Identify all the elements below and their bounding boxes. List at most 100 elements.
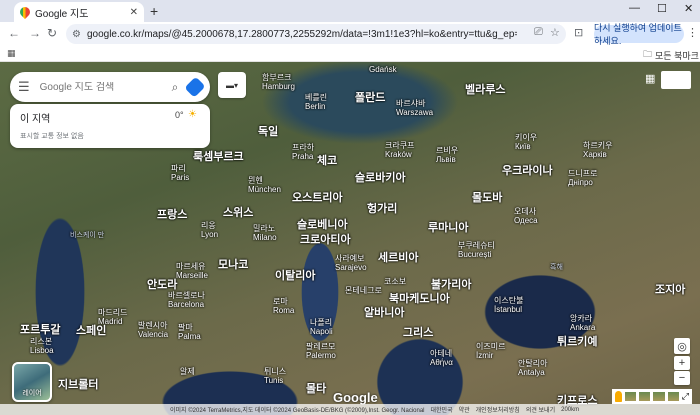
menu-icon[interactable]: ☰ — [18, 79, 30, 95]
tab-close-icon[interactable]: ✕ — [130, 7, 138, 18]
map-label-country[interactable]: 세르비아 — [378, 252, 418, 264]
map-label-country[interactable]: 지브롤터 — [58, 379, 98, 391]
map-label-country[interactable]: 몰타 — [306, 383, 326, 395]
map-label-city[interactable]: Tunis — [264, 376, 283, 386]
map-label-city[interactable]: Харків — [583, 150, 607, 160]
browser-menu-icon[interactable]: ⋮ — [687, 26, 698, 39]
map-label-city[interactable]: Paris — [171, 173, 189, 183]
zoom-out-button[interactable]: − — [674, 371, 690, 385]
map-label-country[interactable]: 안도라 — [147, 279, 177, 291]
address-bar[interactable]: ⚙ google.co.kr/maps/@45.2000678,17.28007… — [66, 24, 566, 44]
map-label-city[interactable]: Milano — [253, 233, 277, 243]
keyboard-toggle-button[interactable]: ▬ ▾ — [218, 72, 246, 98]
url-text[interactable]: google.co.kr/maps/@45.2000678,17.2800773… — [87, 29, 517, 40]
map-label-country[interactable]: 폴란드 — [355, 92, 385, 104]
map-label-country[interactable]: 루마니아 — [428, 222, 468, 234]
map-label-country[interactable]: 헝가리 — [367, 203, 397, 215]
map-label-country[interactable]: 스페인 — [76, 325, 106, 337]
map-label-city[interactable]: Lyon — [201, 230, 218, 240]
photo-thumbnail[interactable] — [624, 392, 637, 401]
map-label-country[interactable]: 포르투갈 — [20, 324, 60, 336]
update-button[interactable]: 다시 실행하여 업데이트하세요. — [594, 23, 684, 46]
map-label-city[interactable]: Palma — [178, 332, 201, 342]
search-icon[interactable]: ⌕ — [172, 80, 179, 95]
map-label-city[interactable]: Gdańsk — [369, 65, 397, 75]
map-label-country[interactable]: 크로아티아 — [300, 234, 351, 246]
feedback-link[interactable]: 의견 보내기 — [526, 405, 555, 414]
pegman-icon[interactable] — [615, 391, 622, 402]
map-label-country[interactable]: 조지아 — [655, 284, 685, 296]
zoom-in-button[interactable]: + — [674, 356, 690, 370]
back-icon[interactable]: ← — [8, 26, 20, 40]
map-label-country[interactable]: 체코 — [317, 155, 337, 167]
map-label-country[interactable]: 이탈리아 — [275, 270, 315, 282]
map-label-country[interactable]: 오스트리아 — [292, 192, 343, 204]
reload-icon[interactable]: ↻ — [47, 26, 57, 40]
map-label-city[interactable]: Berlin — [305, 102, 325, 112]
map-label-country[interactable]: 슬로바키아 — [355, 172, 406, 184]
map-label-city[interactable]: Praha — [292, 152, 313, 162]
directions-icon[interactable] — [184, 76, 206, 98]
map-label-city[interactable]: Sarajevo — [335, 263, 367, 273]
map-label-country[interactable]: 우크라이나 — [502, 165, 553, 177]
map-label-city[interactable]: Дніпро — [568, 178, 593, 188]
photo-thumbnail[interactable] — [667, 392, 679, 401]
area-info-card[interactable]: 이 지역 0° ☀ 표시할 교통 정보 없음 — [10, 104, 210, 148]
map-label-country[interactable]: 독일 — [258, 126, 278, 138]
map-label-city[interactable]: Одеса — [514, 216, 538, 226]
photo-thumbnail[interactable] — [653, 392, 665, 401]
layers-button[interactable]: 레이어 — [12, 362, 52, 402]
map-label-city[interactable]: Київ — [515, 142, 531, 152]
map-label-city[interactable]: İstanbul — [494, 305, 522, 315]
minimize-button[interactable]: — — [629, 2, 640, 14]
map-label-city[interactable]: 알제 — [180, 367, 195, 377]
map-label-city[interactable]: Valencia — [138, 330, 168, 340]
map-label-city[interactable]: Napoli — [310, 327, 333, 337]
close-window-button[interactable]: ✕ — [684, 2, 693, 15]
bookmark-star-icon[interactable]: ☆ — [550, 26, 560, 39]
map-label-country[interactable]: 모나코 — [218, 259, 248, 271]
tab-google-maps[interactable]: Google 지도 ✕ — [14, 2, 144, 22]
map-label-city[interactable]: Αθήνα — [430, 358, 453, 368]
map-label-country[interactable]: 튀르키예 — [557, 336, 597, 348]
photo-thumbnail[interactable] — [639, 392, 651, 401]
map-label-sea[interactable]: 비스케이 만 — [70, 232, 104, 240]
map-label-city[interactable]: München — [248, 185, 281, 195]
expand-icon[interactable]: ⤢ — [682, 391, 689, 402]
search-input[interactable] — [39, 81, 172, 93]
map-label-city[interactable]: Hamburg — [262, 82, 295, 92]
map-label-city[interactable]: Lisboa — [30, 346, 54, 356]
google-apps-icon[interactable]: ▦ — [645, 72, 655, 85]
map-label-country[interactable]: 프랑스 — [157, 209, 187, 221]
all-bookmarks-button[interactable]: 🗀 모든 북마크 — [643, 47, 699, 63]
cast-icon[interactable]: ⎚ — [534, 26, 543, 39]
map-label-city[interactable]: Palermo — [306, 351, 336, 361]
map-label-city[interactable]: 몬테네그로 — [345, 286, 382, 296]
map-label-country[interactable]: 그리스 — [403, 327, 433, 339]
map-label-city[interactable]: Roma — [273, 306, 294, 316]
map-label-country[interactable]: 알바니아 — [364, 307, 404, 319]
map-label-city[interactable]: Warszawa — [396, 108, 433, 118]
map-label-city[interactable]: İzmir — [476, 351, 493, 361]
map-label-country[interactable]: 북마케도니아 — [389, 293, 450, 305]
maximize-button[interactable]: ☐ — [657, 2, 667, 15]
map-label-country[interactable]: 몰도바 — [472, 192, 502, 204]
privacy-link[interactable]: 개인정보처리방침 — [476, 405, 520, 414]
map-label-city[interactable]: Marseille — [176, 271, 208, 281]
terms-link[interactable]: 약관 — [459, 405, 470, 414]
map-label-city[interactable]: Antalya — [518, 368, 545, 378]
map-label-country[interactable]: 스위스 — [223, 207, 253, 219]
satellite-map[interactable]: Gdańsk 함부르크 Hamburg 폴란드 벨라루스 베를린 Berlin 바르샤바 War… — [0, 62, 700, 415]
map-label-city[interactable]: Kraków — [385, 150, 412, 160]
map-label-city[interactable]: Barcelona — [168, 300, 204, 310]
my-location-button[interactable]: ◎ — [674, 338, 690, 354]
country-link[interactable]: 대한민국 — [431, 405, 453, 414]
map-label-sea[interactable]: 흑해 — [550, 264, 563, 272]
map-label-city[interactable]: Ankara — [570, 323, 595, 333]
apps-grid-icon[interactable]: ▦ — [7, 48, 16, 59]
site-info-icon[interactable]: ⚙ — [72, 29, 81, 40]
profile-icon[interactable]: ⊡ — [574, 26, 583, 39]
sign-in-button[interactable] — [661, 71, 691, 89]
map-label-country[interactable]: 불가리아 — [431, 279, 471, 291]
map-label-city[interactable]: 코소보 — [384, 277, 406, 287]
